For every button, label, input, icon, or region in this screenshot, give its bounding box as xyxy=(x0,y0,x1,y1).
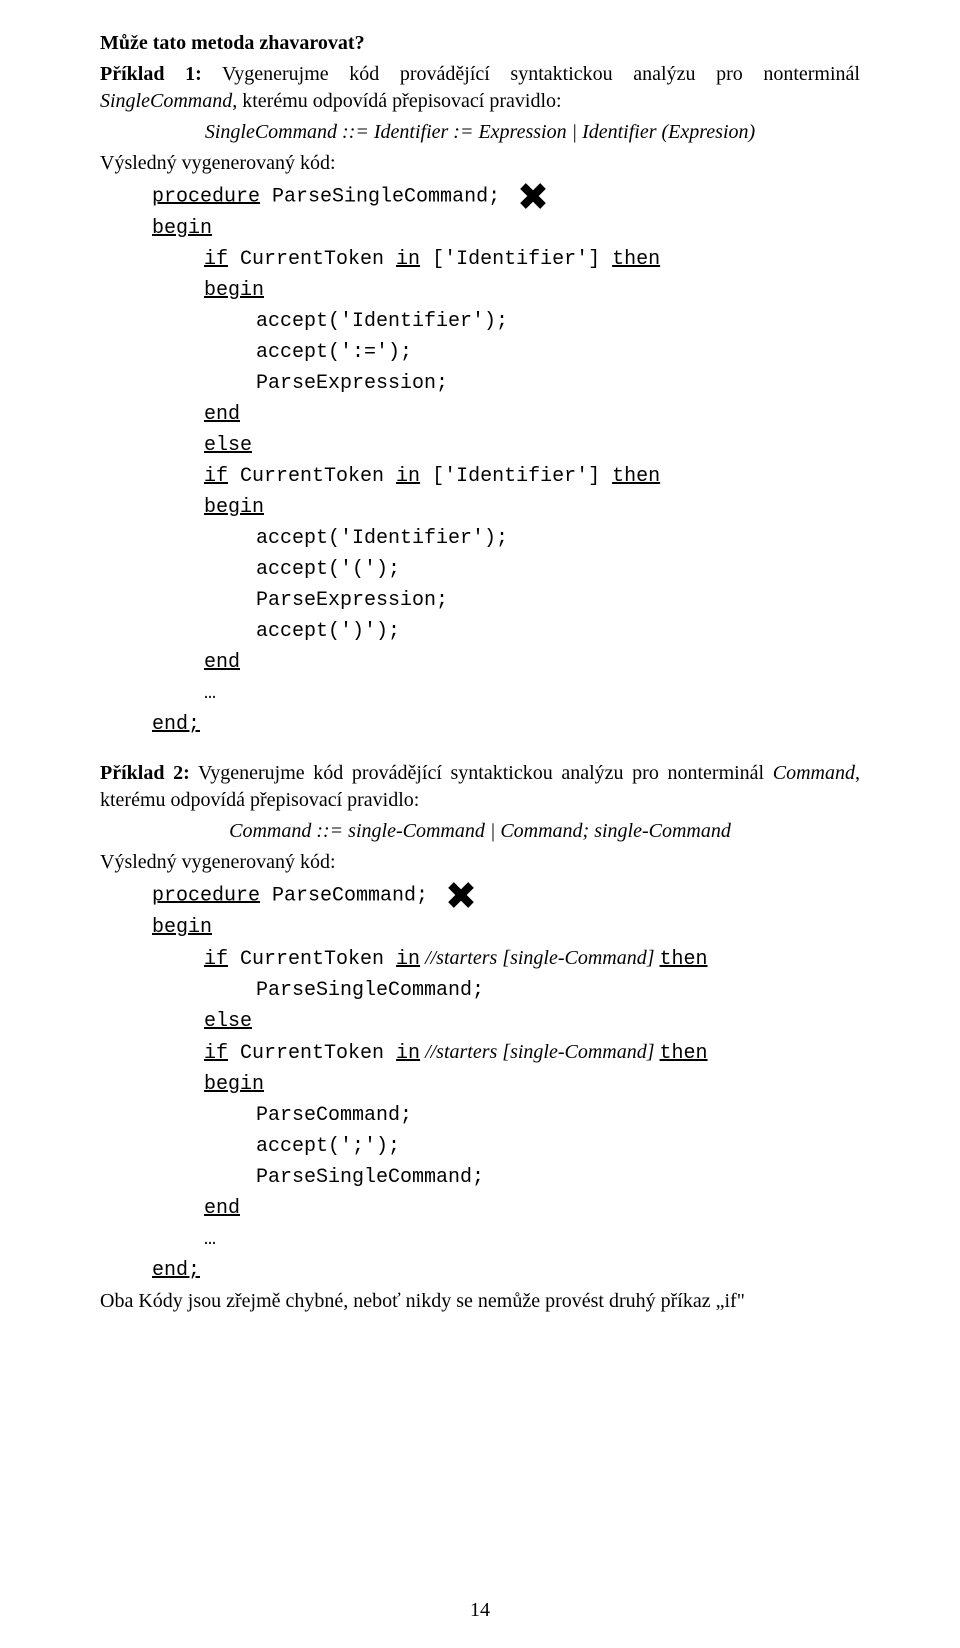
code-line: … xyxy=(100,680,860,707)
code-line: ParseExpression; xyxy=(100,370,860,397)
code-line: if CurrentToken in //starters [single-Co… xyxy=(100,945,860,973)
code-line: accept(':='); xyxy=(100,339,860,366)
code-line: if CurrentToken in //starters [single-Co… xyxy=(100,1039,860,1067)
heading: Může tato metoda zhavarovat? xyxy=(100,30,860,57)
keyword: if xyxy=(204,948,228,971)
keyword: procedure xyxy=(152,185,260,208)
example-2-text-a: Vygenerujme kód provádějící syntaktickou… xyxy=(190,762,773,784)
code-text: ['Identifier'] xyxy=(420,465,612,488)
keyword: in xyxy=(396,1042,420,1065)
keyword: if xyxy=(204,465,228,488)
document-page: Může tato metoda zhavarovat? Příklad 1: … xyxy=(0,0,960,1648)
code-text: CurrentToken xyxy=(228,1042,396,1065)
spacer xyxy=(100,742,860,760)
code-text: ParseCommand; xyxy=(260,884,428,907)
code-text: ['Identifier'] xyxy=(420,248,612,271)
code-text: CurrentToken xyxy=(228,948,396,971)
code-line: begin xyxy=(100,1071,860,1098)
example-2-intro: Příklad 2: Vygenerujme kód provádějící s… xyxy=(100,760,860,814)
keyword: then xyxy=(612,248,660,271)
keyword: in xyxy=(396,948,420,971)
keyword: if xyxy=(204,1042,228,1065)
code-text: ParseSingleCommand; xyxy=(260,185,500,208)
example-1-nonterminal: SingleCommand xyxy=(100,90,232,112)
code-line: if CurrentToken in ['Identifier'] then xyxy=(100,246,860,273)
code-line: ParseSingleCommand; xyxy=(100,1164,860,1191)
code-text: CurrentToken xyxy=(228,465,396,488)
comment: //starters [single-Command] xyxy=(420,1041,659,1063)
code-line: begin xyxy=(100,914,860,941)
code-line: end; xyxy=(100,1257,860,1284)
code-line: else xyxy=(100,1008,860,1035)
conclusion: Oba Kódy jsou zřejmě chybné, neboť nikdy… xyxy=(100,1288,860,1315)
code-line: accept('Identifier'); xyxy=(100,525,860,552)
keyword: in xyxy=(396,465,420,488)
example-2-grammar: Command ::= single-Command | Command; si… xyxy=(100,818,860,845)
keyword: then xyxy=(612,465,660,488)
code-line: end xyxy=(100,401,860,428)
code-line: accept(')'); xyxy=(100,618,860,645)
code-line: … xyxy=(100,1226,860,1253)
example-2-label: Příklad 2: xyxy=(100,762,190,784)
code-line: ParseSingleCommand; xyxy=(100,977,860,1004)
code-line: begin xyxy=(100,277,860,304)
code-line: accept(';'); xyxy=(100,1133,860,1160)
keyword: if xyxy=(204,248,228,271)
example-1-intro: Příklad 1: Vygenerujme kód provádějící s… xyxy=(100,61,860,115)
code-line: procedure ParseSingleCommand; xyxy=(100,181,860,211)
example-1-text-b: , kterému odpovídá přepisovací pravidlo: xyxy=(232,90,561,112)
code-line: begin xyxy=(100,494,860,521)
example-1-text-a: Vygenerujme kód provádějící syntaktickou… xyxy=(202,63,860,85)
keyword: then xyxy=(660,948,708,971)
code-text: CurrentToken xyxy=(228,248,396,271)
keyword: in xyxy=(396,248,420,271)
example-2-result-label: Výsledný vygenerovaný kód: xyxy=(100,849,860,876)
example-2-nonterminal: Command xyxy=(773,762,855,784)
code-line: accept('('); xyxy=(100,556,860,583)
page-number: 14 xyxy=(0,1597,960,1624)
code-line: ParseCommand; xyxy=(100,1102,860,1129)
code-line: procedure ParseCommand; xyxy=(100,880,860,910)
code-line: end xyxy=(100,649,860,676)
keyword: procedure xyxy=(152,884,260,907)
cross-icon xyxy=(446,880,476,910)
code-line: ParseExpression; xyxy=(100,587,860,614)
example-1-label: Příklad 1: xyxy=(100,63,202,85)
example-1-result-label: Výsledný vygenerovaný kód: xyxy=(100,150,860,177)
code-line: begin xyxy=(100,215,860,242)
comment: //starters [single-Command] xyxy=(420,947,659,969)
code-line: end; xyxy=(100,711,860,738)
cross-icon xyxy=(518,181,548,211)
code-line: end xyxy=(100,1195,860,1222)
keyword: then xyxy=(660,1042,708,1065)
code-line: accept('Identifier'); xyxy=(100,308,860,335)
code-line: else xyxy=(100,432,860,459)
code-line: if CurrentToken in ['Identifier'] then xyxy=(100,463,860,490)
example-1-grammar: SingleCommand ::= Identifier := Expressi… xyxy=(100,119,860,146)
